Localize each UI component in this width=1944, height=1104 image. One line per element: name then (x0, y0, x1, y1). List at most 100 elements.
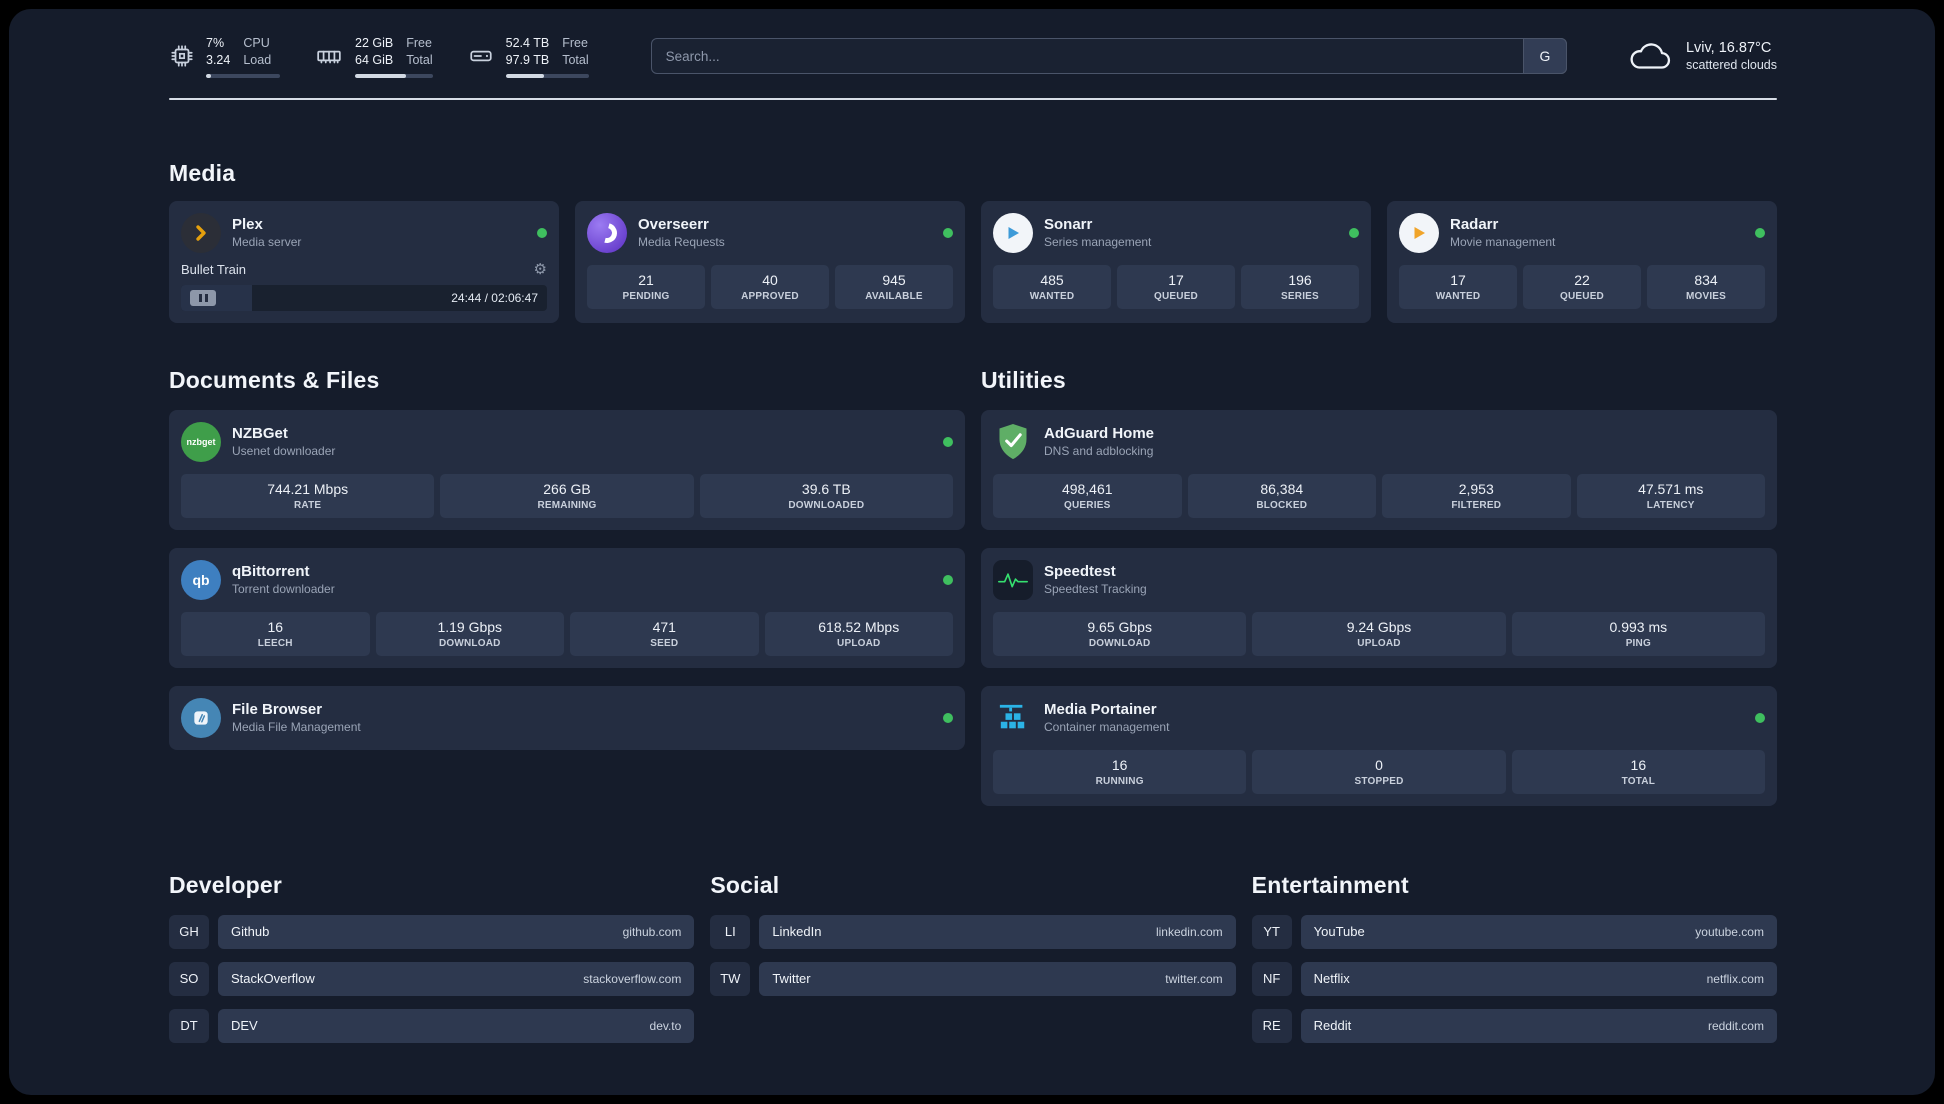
cpu-label: CPU (243, 36, 270, 50)
now-playing-row: Bullet Train ⚙ (181, 262, 547, 277)
radarr-card[interactable]: Radarr Movie management 17 WANTED 22 QUE… (1387, 200, 1777, 323)
bookmark-youtube[interactable]: YT YouTube youtube.com (1251, 914, 1777, 949)
stat-value: 266 GB (543, 480, 591, 497)
stat-label: STOPPED (1354, 775, 1404, 787)
filebrowser-card[interactable]: File Browser Media File Management (169, 685, 965, 750)
stats-row: 485 WANTED 17 QUEUED 196 SERIES (993, 264, 1359, 309)
stat-leech: 16 LEECH (181, 611, 370, 656)
stat-label: MOVIES (1685, 290, 1727, 302)
stat-remaining: 266 GB REMAINING (440, 473, 694, 518)
entertainment-column: Entertainment YT YouTube youtube.com NF … (1251, 872, 1777, 1043)
speedtest-card[interactable]: Speedtest Speedtest Tracking 9.65 Gbps D… (981, 547, 1777, 668)
settings-gear-icon[interactable]: ⚙ (534, 262, 547, 277)
app-name: Overseerr (638, 216, 709, 233)
app-titles: Speedtest Speedtest Tracking (1044, 563, 1147, 596)
cloud-icon (1627, 39, 1673, 73)
bookmark-name: LinkedIn (772, 924, 822, 939)
adguard-card[interactable]: AdGuard Home DNS and adblocking 498,461 … (981, 409, 1777, 530)
app-subtitle: DNS and adblocking (1044, 444, 1154, 458)
app-titles: File Browser Media File Management (232, 701, 361, 734)
developer-bookmarks: GH Github github.com SO StackOverflow st… (169, 914, 695, 1043)
now-playing-title: Bullet Train (181, 261, 247, 277)
stat-label: AVAILABLE (865, 290, 923, 302)
portainer-card[interactable]: Media Portainer Container management 16 … (981, 685, 1777, 806)
speedtest-card-header: Speedtest Speedtest Tracking (993, 559, 1765, 600)
app-name: File Browser (232, 701, 323, 718)
stat-value: 0 (1375, 756, 1383, 773)
bookmark-domain: stackoverflow.com (583, 971, 682, 986)
app-subtitle: Media Requests (638, 235, 725, 249)
radarr-icon (1399, 212, 1439, 253)
app-titles: NZBGet Usenet downloader (232, 425, 335, 458)
stat-download: 9.65 Gbps DOWNLOAD (993, 611, 1247, 656)
bookmark-abbr: YT (1251, 914, 1292, 949)
topbar-divider (169, 97, 1777, 100)
sonarr-icon (993, 212, 1033, 253)
bookmark-name: Twitter (772, 971, 811, 986)
stat-label: QUEUED (1560, 290, 1604, 302)
social-section-title: Social (710, 871, 780, 898)
developer-column: Developer GH Github github.com SO StackO… (169, 872, 695, 1043)
stat-movies: 834 MOVIES (1647, 264, 1765, 309)
stat-label: QUEUED (1154, 290, 1198, 302)
filebrowser-icon (181, 697, 221, 738)
overseerr-swirl (593, 218, 621, 247)
playback-progress-bar[interactable]: 24:44 / 02:06:47 (181, 284, 547, 311)
bookmark-domain: reddit.com (1707, 1018, 1764, 1033)
bookmark-reddit[interactable]: RE Reddit reddit.com (1251, 1008, 1777, 1043)
disk-usage-bar-fill (505, 73, 544, 78)
search-engine-button[interactable]: G (1522, 38, 1567, 75)
nzbget-icon-text: nzbget (186, 436, 216, 447)
stats-row: 498,461 QUERIES 86,384 BLOCKED 2,953 FIL… (993, 473, 1765, 518)
bookmark-pill: Netflix netflix.com (1300, 961, 1777, 996)
media-grid: Plex Media server Bullet Train ⚙ 24:44 /… (169, 200, 1777, 323)
bookmark-twitter[interactable]: TW Twitter twitter.com (710, 961, 1236, 996)
bookmark-netflix[interactable]: NF Netflix netflix.com (1251, 961, 1777, 996)
qbittorrent-card[interactable]: qb qBittorrent Torrent downloader 16 LEE… (169, 547, 965, 668)
bookmark-pill: LinkedIn linkedin.com (759, 914, 1236, 949)
sonarr-card[interactable]: Sonarr Series management 485 WANTED 17 Q… (981, 200, 1371, 323)
utilities-cards: AdGuard Home DNS and adblocking 498,461 … (981, 409, 1777, 806)
stat-value: 485 (1040, 271, 1064, 288)
bookmark-abbr: LI (710, 914, 751, 949)
bookmark-abbr: SO (169, 961, 209, 996)
pause-button[interactable] (190, 289, 216, 306)
search-input[interactable] (650, 38, 1567, 75)
disk-total-value: 97.9 TB (505, 53, 550, 68)
bookmark-github[interactable]: GH Github github.com (169, 914, 695, 949)
bookmark-abbr: TW (710, 961, 751, 996)
stat-value: 16 (1111, 756, 1128, 773)
stat-queries: 498,461 QUERIES (993, 473, 1182, 518)
bookmark-linkedin[interactable]: LI LinkedIn linkedin.com (710, 914, 1236, 949)
middle-columns: Documents & Files nzbget NZBGet Usenet d… (169, 367, 1777, 806)
bookmark-abbr: GH (169, 914, 209, 949)
status-online-dot (1349, 227, 1359, 238)
stat-value: 22 (1574, 271, 1590, 288)
plex-card[interactable]: Plex Media server Bullet Train ⚙ 24:44 /… (169, 200, 559, 323)
app-subtitle: Media File Management (232, 720, 361, 734)
stat-label: PING (1625, 637, 1651, 649)
bookmark-pill: StackOverflow stackoverflow.com (218, 961, 695, 996)
stat-blocked: 86,384 BLOCKED (1187, 473, 1376, 518)
stat-label: LEECH (257, 637, 293, 649)
bookmark-abbr: RE (1251, 1008, 1292, 1043)
nzbget-card[interactable]: nzbget NZBGet Usenet downloader 744.21 M… (169, 409, 965, 530)
stat-stopped: 0 STOPPED (1252, 749, 1506, 794)
app-titles: Plex Media server (232, 216, 301, 249)
topbar: 7% 3.24 CPU Load 22 GiB 64 GiB Free Tota… (169, 35, 1777, 78)
app-titles: Media Portainer Container management (1044, 701, 1169, 734)
stat-value: 1.19 Gbps (437, 618, 503, 635)
ram-free-value: 22 GiB (355, 36, 394, 50)
bookmark-stackoverflow[interactable]: SO StackOverflow stackoverflow.com (169, 961, 695, 996)
adguard-card-header: AdGuard Home DNS and adblocking (993, 422, 1765, 462)
bookmark-pill: Reddit reddit.com (1300, 1008, 1777, 1043)
app-name: Media Portainer (1044, 701, 1157, 718)
stat-value: 17 (1168, 271, 1184, 288)
cpu-stat: 7% 3.24 CPU Load (169, 35, 280, 78)
overseerr-card[interactable]: Overseerr Media Requests 21 PENDING 40 A… (575, 200, 965, 323)
bookmark-domain: youtube.com (1695, 924, 1764, 939)
stats-row: 21 PENDING 40 APPROVED 945 AVAILABLE (587, 264, 953, 309)
overseerr-icon (587, 212, 627, 253)
stat-value: 9.24 Gbps (1346, 618, 1412, 635)
bookmark-dev[interactable]: DT DEV dev.to (169, 1008, 695, 1043)
